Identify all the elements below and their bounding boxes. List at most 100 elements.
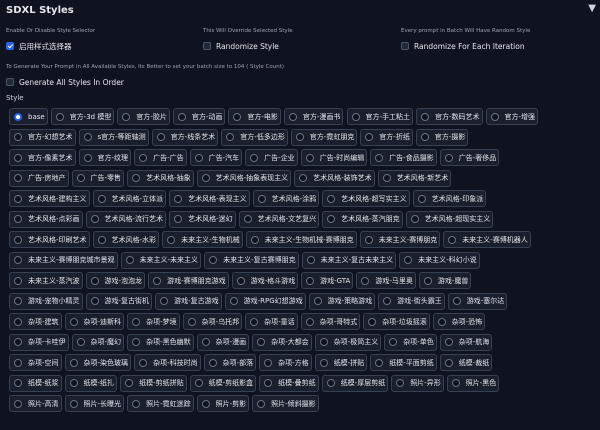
style-option[interactable]: 未来主义-赛博朋克 — [359, 231, 441, 248]
radio-button[interactable] — [174, 194, 183, 203]
style-option[interactable]: 纸模-纸扎 — [64, 374, 117, 392]
radio-button[interactable] — [208, 358, 217, 367]
style-option[interactable]: 纸模-纸浆 — [9, 374, 62, 392]
style-option[interactable]: 未来主义-复古未来主义 — [301, 251, 397, 269]
radio-button[interactable] — [90, 297, 99, 305]
style-option[interactable]: 广告-企业 — [245, 149, 298, 166]
radio-button[interactable] — [14, 297, 22, 305]
radio-button[interactable] — [250, 153, 259, 162]
radio-button[interactable] — [177, 112, 186, 121]
style-option[interactable]: 官方-霓虹朋克 — [290, 128, 358, 146]
style-option[interactable]: 未来主义-复古赛博朋克 — [204, 251, 299, 269]
radio-button[interactable] — [153, 276, 162, 285]
radio-button[interactable] — [250, 235, 259, 244]
style-option[interactable]: 官方-胶片 — [117, 108, 170, 125]
radio-button[interactable] — [132, 317, 141, 326]
style-option[interactable]: 未来主义-生物机械-赛博朋克 — [245, 231, 357, 248]
radio-button[interactable] — [452, 297, 461, 305]
style-option[interactable]: 官方-增强 — [485, 108, 538, 125]
radio-button[interactable] — [423, 276, 432, 285]
radio-button[interactable] — [389, 338, 398, 346]
radio-button[interactable] — [382, 174, 391, 182]
radio-button[interactable] — [326, 379, 335, 387]
style-option[interactable]: 杂项-科技时尚 — [134, 354, 201, 371]
radio-button[interactable] — [327, 215, 336, 223]
style-option[interactable]: 杂项-乌托邦 — [182, 313, 243, 330]
style-option[interactable]: base — [9, 108, 48, 125]
radio-button[interactable] — [14, 379, 22, 387]
radio-button[interactable] — [14, 338, 22, 346]
radio-button[interactable] — [90, 215, 99, 223]
style-option[interactable]: 杂项-航海 — [439, 333, 493, 351]
radio-button[interactable] — [139, 153, 148, 162]
style-option[interactable]: 官方-动画 — [172, 108, 226, 125]
radio-button[interactable] — [14, 256, 22, 264]
style-option[interactable]: 艺术风格-抽象 — [127, 169, 194, 187]
radio-button[interactable] — [319, 338, 328, 346]
radio-button[interactable] — [194, 379, 203, 387]
style-option[interactable]: 杂项-魔幻 — [71, 333, 124, 351]
radio-button[interactable] — [209, 256, 218, 264]
style-option[interactable]: 照片-霓虹迷踪 — [127, 395, 194, 412]
radio-button[interactable] — [351, 112, 360, 121]
radio-button[interactable] — [306, 256, 315, 264]
checkbox-box[interactable] — [203, 42, 211, 50]
style-option[interactable]: 官方-数码艺术 — [416, 108, 483, 125]
radio-button[interactable] — [288, 112, 297, 121]
radio-button[interactable] — [201, 338, 210, 346]
radio-button[interactable] — [14, 133, 22, 141]
style-option[interactable]: 杂项-染色玻璃 — [64, 354, 131, 371]
style-option[interactable]: 游戏-GTA — [301, 272, 354, 289]
radio-button[interactable] — [250, 317, 259, 326]
radio-button[interactable] — [125, 379, 134, 387]
style-option[interactable]: 艺术风格-蒸汽朋克 — [322, 210, 403, 228]
style-option[interactable]: 杂项-大都会 — [252, 333, 312, 351]
style-option[interactable]: 广告-汽车 — [189, 149, 243, 166]
radio-button[interactable] — [14, 153, 22, 162]
radio-button[interactable] — [404, 256, 413, 264]
checkbox-box[interactable] — [401, 42, 409, 50]
style-option[interactable]: 杂项-黑色幽默 — [127, 333, 194, 351]
radio-button[interactable] — [167, 235, 176, 244]
style-option[interactable]: 官方-线条艺术 — [151, 128, 219, 146]
radio-button[interactable] — [257, 194, 266, 203]
style-option[interactable]: 杂项-空间 — [9, 354, 62, 371]
radio-button[interactable] — [375, 358, 384, 367]
style-option[interactable]: 艺术风格-印象派 — [412, 190, 487, 207]
radio-button[interactable] — [375, 153, 384, 162]
radio-button[interactable] — [55, 112, 64, 121]
style-option[interactable]: 杂项-迪斯科 — [64, 313, 124, 330]
enable-style-selector-checkbox[interactable]: 启用样式选择器 — [6, 40, 72, 52]
style-option[interactable]: 广告-时尚编辑 — [300, 149, 368, 166]
radio-button[interactable] — [14, 317, 22, 326]
style-option[interactable]: 游戏-RPG幻想游戏 — [224, 292, 306, 310]
style-option[interactable]: 广告-食品摄影 — [370, 149, 437, 166]
panel-header[interactable]: SDXL Styles ▼ — [6, 3, 596, 21]
radio-button[interactable] — [76, 174, 85, 182]
style-option[interactable]: 杂项-单色 — [384, 333, 437, 351]
style-option[interactable]: 杂项-梦境 — [127, 313, 180, 330]
style-option[interactable]: 艺术风格-立体派 — [92, 190, 166, 207]
style-option[interactable]: 杂项-建筑 — [9, 313, 62, 330]
style-option[interactable]: 艺术风格-超现实主义 — [405, 210, 494, 228]
triangle-down-icon[interactable]: ▼ — [588, 3, 596, 14]
style-option[interactable]: 艺术风格-抽象表现主义 — [196, 169, 292, 187]
style-option[interactable]: 杂项-恐怖 — [432, 313, 486, 330]
style-option[interactable]: 照片-高清 — [9, 395, 62, 412]
radio-button[interactable] — [383, 297, 392, 305]
style-option[interactable]: 未来主义-赛博朋克城市景观 — [9, 251, 118, 269]
radio-button[interactable] — [451, 379, 460, 387]
style-option[interactable]: 游戏-宠物小精灵 — [9, 292, 83, 310]
style-option[interactable]: 游戏-泡泡龙 — [85, 272, 145, 289]
checkbox-box[interactable] — [6, 78, 14, 86]
radio-button[interactable] — [233, 112, 242, 121]
radio-button[interactable] — [364, 235, 373, 244]
radio-button[interactable] — [361, 276, 370, 285]
radio-button[interactable] — [319, 358, 328, 367]
radio-button[interactable] — [69, 317, 78, 326]
radio-button[interactable] — [69, 358, 78, 367]
style-option[interactable]: 纸模-拼贴 — [314, 354, 368, 371]
radio-button[interactable] — [396, 379, 405, 387]
style-option[interactable]: 官方-像素艺术 — [9, 149, 76, 166]
radio-button[interactable] — [264, 379, 273, 387]
